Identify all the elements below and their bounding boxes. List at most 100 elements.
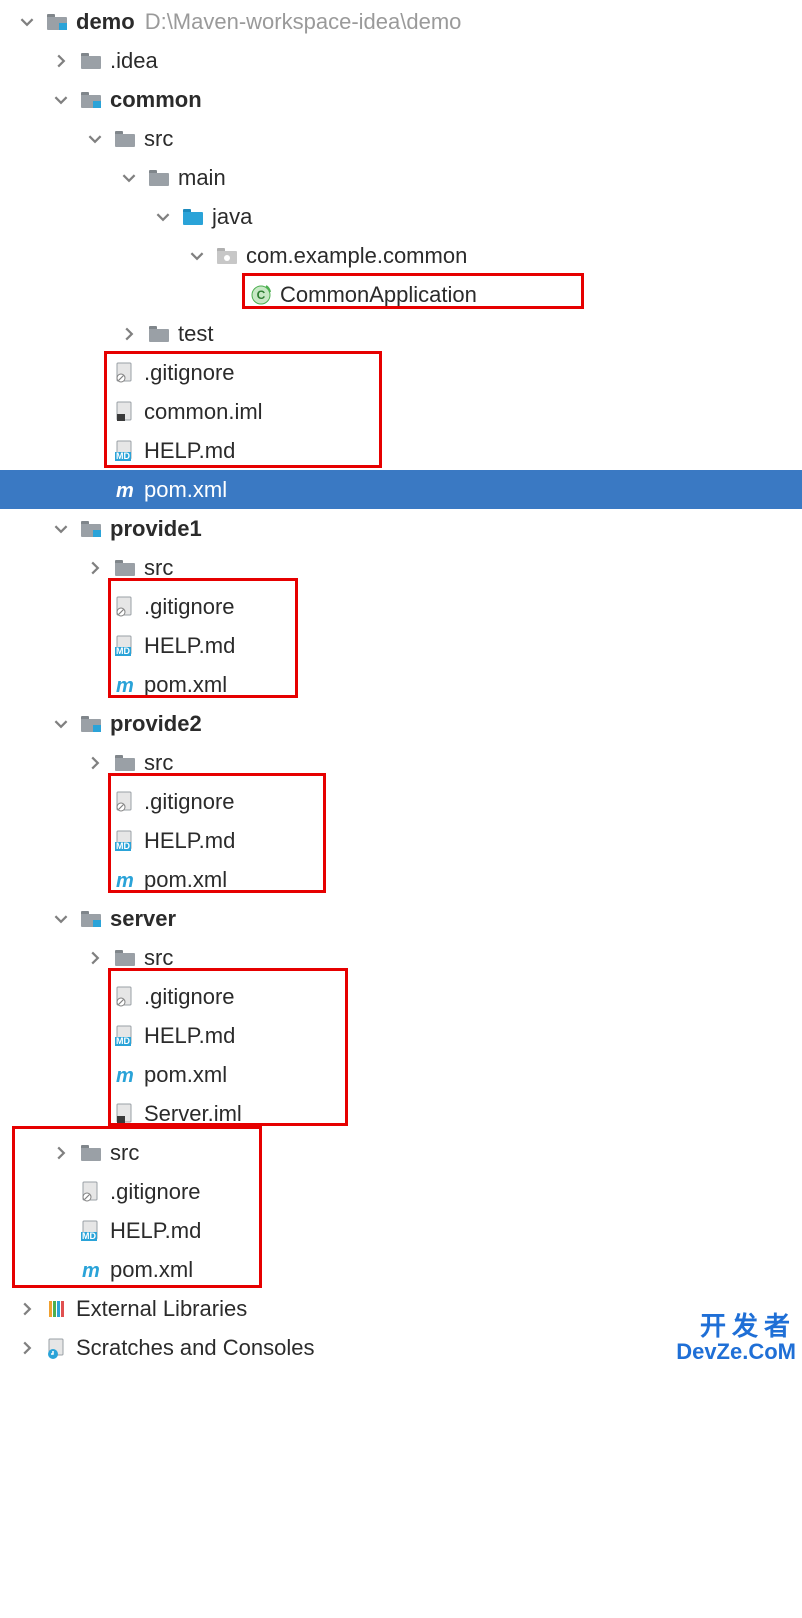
chevron-down-icon[interactable] xyxy=(44,717,78,731)
chevron-down-icon[interactable] xyxy=(180,249,214,263)
tree-row-common[interactable]: common xyxy=(0,80,802,119)
tree-row-server-help[interactable]: MD HELP.md xyxy=(0,1016,802,1055)
chevron-down-icon[interactable] xyxy=(10,15,44,29)
tree-row-provide1-gitignore[interactable]: .gitignore xyxy=(0,587,802,626)
chevron-down-icon[interactable] xyxy=(44,522,78,536)
node-label: pom.xml xyxy=(144,867,227,893)
tree-row-common-pom[interactable]: m pom.xml xyxy=(0,470,802,509)
node-path: D:\Maven-workspace-idea\demo xyxy=(145,9,462,35)
node-label: src xyxy=(144,126,173,152)
project-tree: demo D:\Maven-workspace-idea\demo .idea … xyxy=(0,0,802,1367)
chevron-down-icon[interactable] xyxy=(78,132,112,146)
watermark: 开发者 DevZe.CoM xyxy=(676,1313,796,1363)
svg-text:m: m xyxy=(116,1065,134,1086)
node-label: External Libraries xyxy=(76,1296,247,1322)
svg-text:MD: MD xyxy=(116,451,130,461)
chevron-down-icon[interactable] xyxy=(146,210,180,224)
tree-row-common-gitignore[interactable]: .gitignore xyxy=(0,353,802,392)
tree-row-provide1-pom[interactable]: m pom.xml xyxy=(0,665,802,704)
node-label: HELP.md xyxy=(144,1023,235,1049)
node-label: HELP.md xyxy=(110,1218,201,1244)
node-label: .idea xyxy=(110,48,158,74)
tree-row-provide1-help[interactable]: MD HELP.md xyxy=(0,626,802,665)
gitignore-file-icon xyxy=(112,986,138,1008)
node-label: com.example.common xyxy=(246,243,467,269)
svg-text:m: m xyxy=(116,870,134,891)
tree-row-provide1-src[interactable]: src xyxy=(0,548,802,587)
chevron-down-icon[interactable] xyxy=(44,912,78,926)
folder-icon xyxy=(112,753,138,773)
maven-file-icon: m xyxy=(112,479,138,501)
tree-row-server-pom[interactable]: m pom.xml xyxy=(0,1055,802,1094)
tree-row-common-java[interactable]: java xyxy=(0,197,802,236)
tree-row-common-src[interactable]: src xyxy=(0,119,802,158)
chevron-right-icon[interactable] xyxy=(44,54,78,68)
tree-row-provide2-src[interactable]: src xyxy=(0,743,802,782)
tree-row-common-package[interactable]: com.example.common xyxy=(0,236,802,275)
chevron-right-icon[interactable] xyxy=(78,951,112,965)
chevron-right-icon[interactable] xyxy=(78,561,112,575)
tree-row-server-src[interactable]: src xyxy=(0,938,802,977)
node-label: src xyxy=(144,555,173,581)
node-label: src xyxy=(144,750,173,776)
tree-row-provide2-pom[interactable]: m pom.xml xyxy=(0,860,802,899)
tree-row-common-help[interactable]: MD HELP.md xyxy=(0,431,802,470)
node-label: CommonApplication xyxy=(280,282,477,308)
node-label: src xyxy=(144,945,173,971)
tree-row-demo-pom[interactable]: m pom.xml xyxy=(0,1250,802,1289)
tree-row-provide1[interactable]: provide1 xyxy=(0,509,802,548)
tree-row-demo[interactable]: demo D:\Maven-workspace-idea\demo xyxy=(0,2,802,41)
tree-row-provide2-help[interactable]: MD HELP.md xyxy=(0,821,802,860)
chevron-right-icon[interactable] xyxy=(78,756,112,770)
tree-row-common-iml[interactable]: common.iml xyxy=(0,392,802,431)
node-label: pom.xml xyxy=(144,1062,227,1088)
node-label: HELP.md xyxy=(144,438,235,464)
tree-row-demo-help[interactable]: MD HELP.md xyxy=(0,1211,802,1250)
node-label: common xyxy=(110,87,202,113)
gitignore-file-icon xyxy=(112,362,138,384)
maven-file-icon: m xyxy=(112,869,138,891)
node-label: src xyxy=(110,1140,139,1166)
node-label: test xyxy=(178,321,213,347)
chevron-right-icon[interactable] xyxy=(44,1146,78,1160)
tree-row-provide2-gitignore[interactable]: .gitignore xyxy=(0,782,802,821)
markdown-file-icon: MD xyxy=(78,1220,104,1242)
folder-icon xyxy=(112,129,138,149)
chevron-right-icon[interactable] xyxy=(112,327,146,341)
chevron-right-icon[interactable] xyxy=(10,1341,44,1355)
tree-row-server-iml[interactable]: Server.iml xyxy=(0,1094,802,1133)
tree-row-idea[interactable]: .idea xyxy=(0,41,802,80)
node-label: .gitignore xyxy=(110,1179,201,1205)
node-label: demo xyxy=(76,9,135,35)
tree-row-common-main[interactable]: main xyxy=(0,158,802,197)
svg-text:MD: MD xyxy=(116,841,130,851)
chevron-right-icon[interactable] xyxy=(10,1302,44,1316)
folder-icon xyxy=(146,324,172,344)
gitignore-file-icon xyxy=(112,596,138,618)
node-label: HELP.md xyxy=(144,828,235,854)
tree-row-common-application[interactable]: C CommonApplication xyxy=(0,275,802,314)
tree-row-provide2[interactable]: provide2 xyxy=(0,704,802,743)
svg-text:MD: MD xyxy=(82,1231,96,1241)
node-label: java xyxy=(212,204,252,230)
folder-icon xyxy=(78,51,104,71)
chevron-down-icon[interactable] xyxy=(112,171,146,185)
tree-row-demo-src[interactable]: src xyxy=(0,1133,802,1172)
module-folder-icon xyxy=(78,714,104,734)
node-label: common.iml xyxy=(144,399,263,425)
node-label: pom.xml xyxy=(110,1257,193,1283)
chevron-down-icon[interactable] xyxy=(44,93,78,107)
tree-row-server-gitignore[interactable]: .gitignore xyxy=(0,977,802,1016)
svg-text:m: m xyxy=(82,1260,100,1281)
node-label: pom.xml xyxy=(144,477,227,503)
node-label: provide1 xyxy=(110,516,202,542)
node-label: provide2 xyxy=(110,711,202,737)
folder-icon xyxy=(112,948,138,968)
svg-text:MD: MD xyxy=(116,646,130,656)
tree-row-server[interactable]: server xyxy=(0,899,802,938)
folder-icon xyxy=(112,558,138,578)
node-label: HELP.md xyxy=(144,633,235,659)
module-folder-icon xyxy=(78,90,104,110)
tree-row-demo-gitignore[interactable]: .gitignore xyxy=(0,1172,802,1211)
tree-row-common-test[interactable]: test xyxy=(0,314,802,353)
